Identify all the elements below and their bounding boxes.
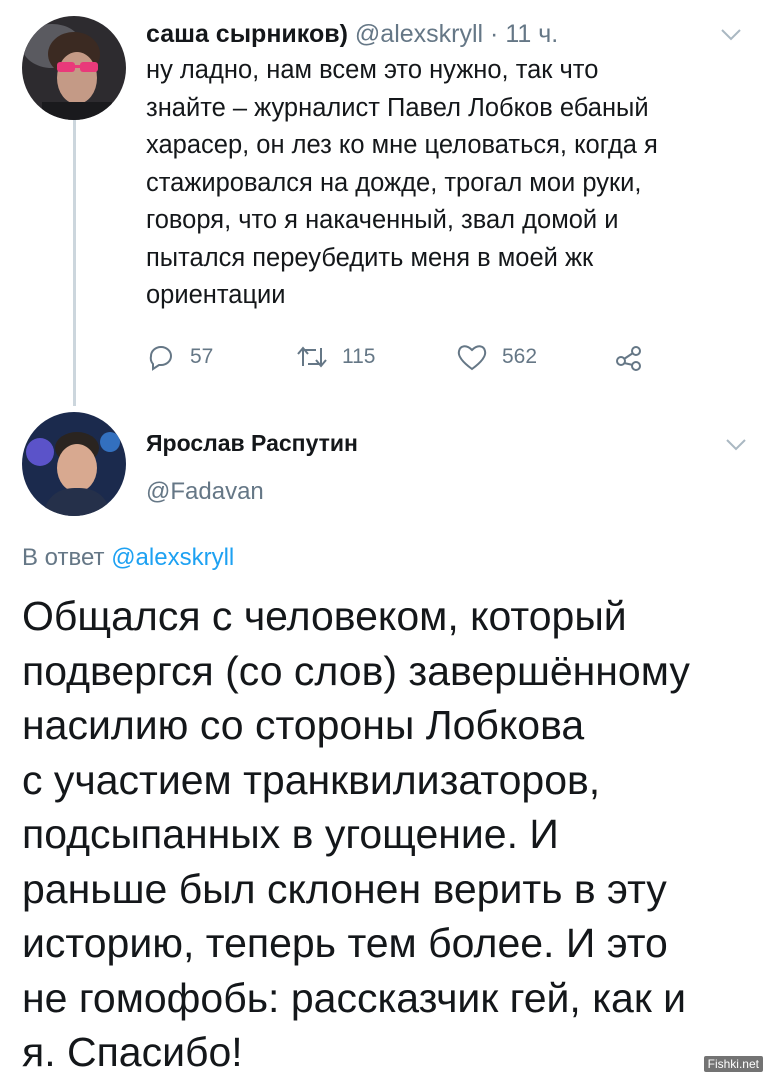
thread-connector-line <box>73 118 76 406</box>
tweet-header: саша сырников) @alexskryll · 11 ч. <box>146 18 558 50</box>
reply-mention-link[interactable]: @alexskryll <box>111 544 234 571</box>
retweet-icon <box>297 346 327 368</box>
avatar[interactable] <box>22 16 126 120</box>
reply-context: В ответ @alexskryll <box>22 544 234 572</box>
avatar[interactable] <box>22 412 126 516</box>
tweet-text: ну ладно, нам всем это нужно, так что зн… <box>146 52 746 315</box>
tweet-text-line: я. Спасибо! <box>22 1029 243 1075</box>
tweet-text-line: с участием транквилизаторов, <box>22 756 601 803</box>
author-handle[interactable]: @alexskryll <box>355 20 483 48</box>
user-photo-icon <box>22 16 126 120</box>
user-photo-icon <box>22 412 126 516</box>
share-button[interactable] <box>614 340 658 374</box>
watermark: Fishki.net <box>703 1056 763 1072</box>
tweet-text-line: пытался переубедить меня в моей жк <box>146 243 594 272</box>
chevron-down-icon[interactable] <box>725 438 747 452</box>
author-name[interactable]: саша сырников) <box>146 20 348 48</box>
like-button[interactable]: 562 <box>456 340 537 374</box>
tweet-actions: 57 115 562 <box>146 340 666 374</box>
tweet-text-line: раньше был склонен верить в эту <box>22 865 667 912</box>
tweet-text-line: насилию со стороны Лобкова <box>22 702 585 748</box>
reply-prefix: В ответ <box>22 544 105 571</box>
tweet-text-line: харасер, он лез ко мне целоваться, когда… <box>146 131 658 159</box>
retweet-count: 115 <box>342 345 376 368</box>
tweet-text-line: стажировался на дожде, трогал мои руки, <box>146 168 642 197</box>
tweet-text-line: подсыпанных в угощение. И <box>22 811 559 857</box>
like-count: 562 <box>502 345 538 368</box>
reply-icon <box>149 346 172 371</box>
tweet-text-line: подвергся (со слов) завершённому <box>22 647 690 694</box>
tweet-text: Общался с человеком, который подвергся (… <box>22 589 762 1080</box>
share-icon <box>616 346 641 371</box>
separator-dot: · <box>490 20 499 48</box>
tweet-text-line: Общался с человеком, который <box>22 593 627 639</box>
tweet-text-line: говоря, что я накаченный, звал домой и <box>146 206 619 234</box>
author-handle[interactable]: @Fadavan <box>146 478 264 506</box>
tweet-text-line: знайте – журналист Павел Лобков ебаный <box>146 93 649 122</box>
tweet-text-line: ориентации <box>146 281 286 309</box>
author-name[interactable]: Ярослав Распутин <box>146 430 358 457</box>
tweet-text-line: историю, теперь тем более. И это <box>22 920 668 966</box>
reply-count: 57 <box>190 345 214 368</box>
tweet-text-line: ну ладно, нам всем это нужно, так что <box>146 56 599 84</box>
chevron-down-icon[interactable] <box>720 28 742 42</box>
reply-button[interactable]: 57 <box>146 340 213 374</box>
tweet-timestamp[interactable]: 11 ч. <box>505 20 558 48</box>
tweet-text-line: не гомофобь: рассказчик гей, как и <box>22 974 687 1021</box>
heart-icon <box>457 345 487 371</box>
retweet-button[interactable]: 115 <box>296 340 375 374</box>
